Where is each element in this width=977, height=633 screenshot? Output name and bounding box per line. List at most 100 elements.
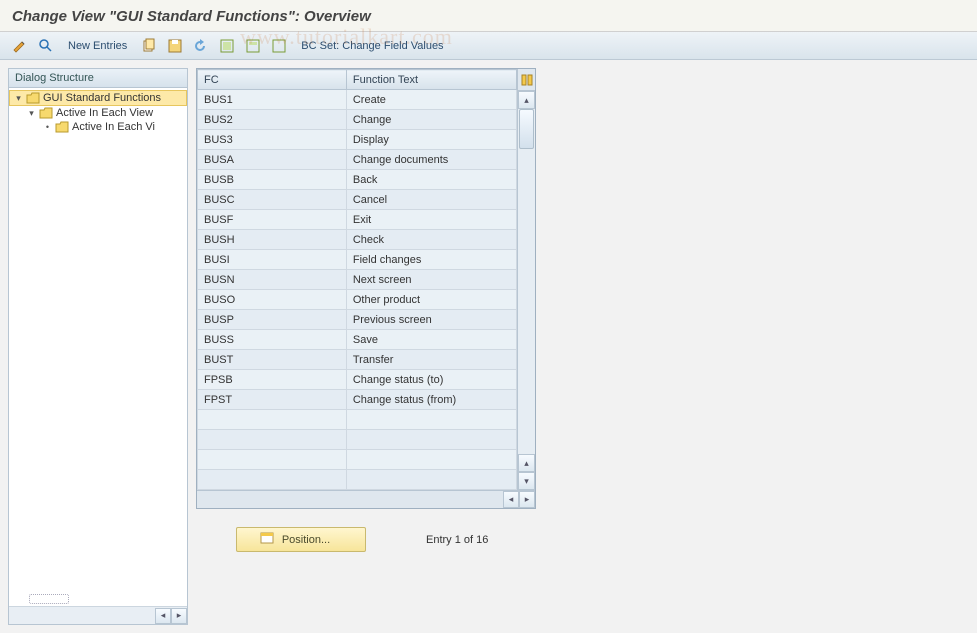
- table-row[interactable]: BUSOOther product: [198, 290, 517, 310]
- table-row[interactable]: BUSSSave: [198, 330, 517, 350]
- tree-node-label: GUI Standard Functions: [43, 92, 161, 104]
- function-table: FC Function Text BUS1CreateBUS2ChangeBUS…: [196, 68, 536, 509]
- cell-fc[interactable]: [198, 430, 347, 450]
- sidebar-horizontal-scrollbar[interactable]: ◂ ▸: [9, 606, 187, 624]
- table-row[interactable]: BUSHCheck: [198, 230, 517, 250]
- table-row[interactable]: BUS3Display: [198, 130, 517, 150]
- scroll-up2-icon[interactable]: ▴: [518, 454, 535, 472]
- table-row[interactable]: BUS2Change: [198, 110, 517, 130]
- tree-node-active-in-each-view[interactable]: ▾ Active In Each View: [9, 106, 187, 120]
- tree-node-gui-standard-functions[interactable]: ▾ GUI Standard Functions: [9, 90, 187, 106]
- column-header-function-text[interactable]: Function Text: [346, 70, 516, 90]
- table-row[interactable]: FPSBChange status (to): [198, 370, 517, 390]
- scroll-down-icon[interactable]: ▾: [518, 472, 535, 490]
- table-horizontal-scrollbar[interactable]: ◂ ▸: [197, 490, 535, 508]
- cell-fc[interactable]: BUSB: [198, 170, 347, 190]
- bc-set-button[interactable]: BC Set: Change Field Values: [295, 40, 449, 52]
- folder-icon: [39, 107, 53, 119]
- undo-icon[interactable]: [191, 36, 211, 56]
- table-row-empty[interactable]: [198, 470, 517, 490]
- scroll-right-icon[interactable]: ▸: [519, 491, 535, 508]
- scroll-thumb[interactable]: [519, 109, 534, 149]
- cell-function-text[interactable]: Transfer: [346, 350, 516, 370]
- cell-fc[interactable]: FPST: [198, 390, 347, 410]
- table-row[interactable]: BUSCCancel: [198, 190, 517, 210]
- cell-fc[interactable]: BUSC: [198, 190, 347, 210]
- table-row[interactable]: BUSFExit: [198, 210, 517, 230]
- table-row[interactable]: BUSAChange documents: [198, 150, 517, 170]
- cell-fc[interactable]: BUST: [198, 350, 347, 370]
- cell-function-text[interactable]: Change: [346, 110, 516, 130]
- tree-node-label: Active In Each Vi: [72, 121, 155, 133]
- scroll-left-icon[interactable]: ◂: [503, 491, 519, 508]
- cell-function-text[interactable]: [346, 410, 516, 430]
- table-row[interactable]: BUSNNext screen: [198, 270, 517, 290]
- table-row-empty[interactable]: [198, 450, 517, 470]
- cell-fc[interactable]: BUS3: [198, 130, 347, 150]
- dialog-structure-panel: Dialog Structure ▾ GUI Standard Function…: [8, 68, 188, 625]
- configure-columns-icon[interactable]: [518, 69, 535, 91]
- table-row[interactable]: BUSIField changes: [198, 250, 517, 270]
- table-row-empty[interactable]: [198, 410, 517, 430]
- table-row[interactable]: BUS1Create: [198, 90, 517, 110]
- new-entries-button[interactable]: New Entries: [62, 40, 133, 52]
- cell-fc[interactable]: BUSN: [198, 270, 347, 290]
- table-row-empty[interactable]: [198, 430, 517, 450]
- cell-function-text[interactable]: Back: [346, 170, 516, 190]
- cell-function-text[interactable]: Other product: [346, 290, 516, 310]
- table-vertical-scrollbar[interactable]: ▴ ▴ ▾: [517, 69, 535, 490]
- cell-fc[interactable]: BUSP: [198, 310, 347, 330]
- cell-function-text[interactable]: Save: [346, 330, 516, 350]
- save-icon[interactable]: [165, 36, 185, 56]
- scroll-left-icon[interactable]: ◂: [155, 608, 171, 624]
- deselect-all-icon[interactable]: [269, 36, 289, 56]
- cell-fc[interactable]: [198, 450, 347, 470]
- cell-function-text[interactable]: [346, 450, 516, 470]
- column-header-fc[interactable]: FC: [198, 70, 347, 90]
- cell-fc[interactable]: BUSA: [198, 150, 347, 170]
- cell-function-text[interactable]: [346, 470, 516, 490]
- table-row[interactable]: BUSTTransfer: [198, 350, 517, 370]
- cell-fc[interactable]: FPSB: [198, 370, 347, 390]
- cell-function-text[interactable]: Change status (to): [346, 370, 516, 390]
- cell-function-text[interactable]: Exit: [346, 210, 516, 230]
- tree-collapse-icon[interactable]: ▾: [14, 94, 23, 103]
- dialog-structure-tree[interactable]: ▾ GUI Standard Functions ▾ Active In Eac…: [9, 88, 187, 592]
- sidebar-resize-handle[interactable]: [29, 594, 69, 604]
- copy-as-icon[interactable]: [139, 36, 159, 56]
- cell-function-text[interactable]: Change status (from): [346, 390, 516, 410]
- cell-fc[interactable]: BUSF: [198, 210, 347, 230]
- scroll-up-icon[interactable]: ▴: [518, 91, 535, 109]
- cell-function-text[interactable]: Display: [346, 130, 516, 150]
- tree-leaf-icon: •: [43, 123, 52, 132]
- cell-fc[interactable]: BUSI: [198, 250, 347, 270]
- select-block-icon[interactable]: [243, 36, 263, 56]
- cell-function-text[interactable]: Change documents: [346, 150, 516, 170]
- tree-node-label: Active In Each View: [56, 107, 153, 119]
- table-row[interactable]: BUSBBack: [198, 170, 517, 190]
- cell-fc[interactable]: [198, 410, 347, 430]
- cell-function-text[interactable]: Cancel: [346, 190, 516, 210]
- cell-fc[interactable]: BUSO: [198, 290, 347, 310]
- scroll-track[interactable]: [518, 109, 535, 454]
- cell-function-text[interactable]: Create: [346, 90, 516, 110]
- cell-fc[interactable]: BUSH: [198, 230, 347, 250]
- cell-function-text[interactable]: Next screen: [346, 270, 516, 290]
- cell-fc[interactable]: BUSS: [198, 330, 347, 350]
- tree-collapse-icon[interactable]: ▾: [27, 109, 36, 118]
- table-row[interactable]: BUSPPrevious screen: [198, 310, 517, 330]
- cell-function-text[interactable]: [346, 430, 516, 450]
- table-row[interactable]: FPSTChange status (from): [198, 390, 517, 410]
- cell-function-text[interactable]: Check: [346, 230, 516, 250]
- cell-fc[interactable]: BUS1: [198, 90, 347, 110]
- tree-node-active-in-each-view-child[interactable]: • Active In Each Vi: [9, 120, 187, 134]
- cell-function-text[interactable]: Previous screen: [346, 310, 516, 330]
- select-all-icon[interactable]: [217, 36, 237, 56]
- position-button[interactable]: Position...: [236, 527, 366, 552]
- toggle-display-change-icon[interactable]: [10, 36, 30, 56]
- find-icon[interactable]: [36, 36, 56, 56]
- scroll-right-icon[interactable]: ▸: [171, 608, 187, 624]
- cell-fc[interactable]: BUS2: [198, 110, 347, 130]
- cell-fc[interactable]: [198, 470, 347, 490]
- cell-function-text[interactable]: Field changes: [346, 250, 516, 270]
